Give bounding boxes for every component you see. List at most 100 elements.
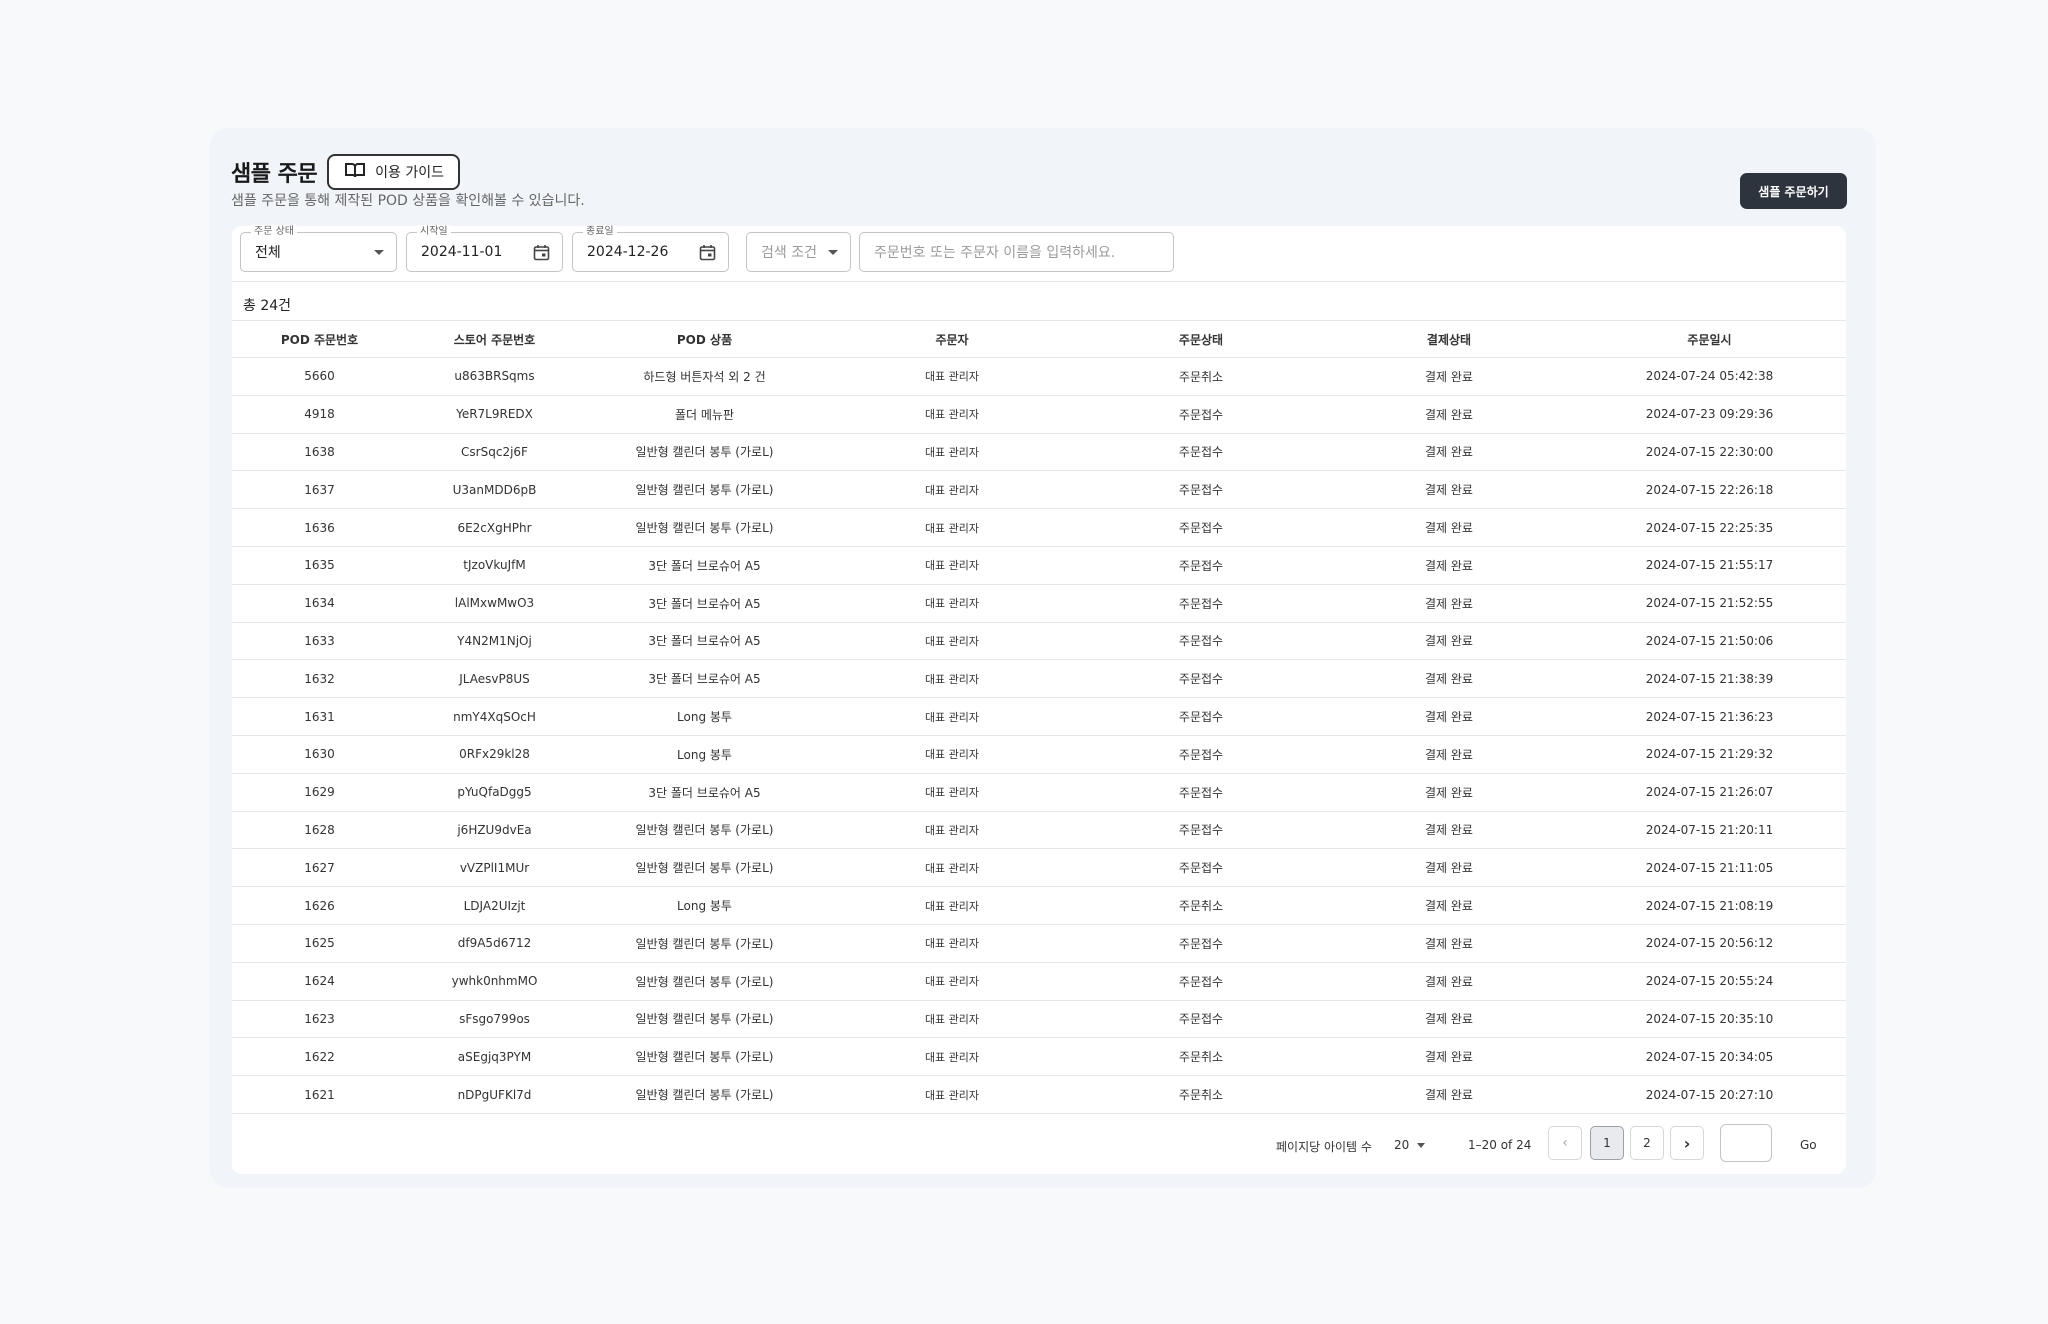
column-header[interactable]: 주문상태 [1077,320,1325,358]
sample-order-button[interactable]: 샘플 주문하기 [1740,173,1847,209]
table-row[interactable]: 1637 U3anMDD6pB 일반형 캘린더 봉투 (가로L) 대표 관리자 주문접수… [232,470,1846,510]
table-cell: 결제 완료 [1325,546,1573,585]
table-cell: YeR7L9REDX [407,395,582,434]
table-row[interactable]: 1632 JLAesvP8US 3단 폴더 브로슈어 A5 대표 관리자 주문접수 결제 … [232,659,1846,699]
table-row[interactable]: 1636 6E2cXgHPhr 일반형 캘린더 봉투 (가로L) 대표 관리자 주문접수… [232,508,1846,547]
table-cell: 1621 [232,1075,407,1114]
table-row[interactable]: 1635 tJzoVkuJfM 3단 폴더 브로슈어 A5 대표 관리자 주문접수 결제 … [232,546,1846,585]
table-cell: 결제 완료 [1325,886,1573,925]
column-header[interactable]: 주문일시 [1573,320,1846,358]
per-page-select[interactable]: 20 [1394,1138,1426,1152]
search-condition-select[interactable]: 검색 조건 [746,232,851,272]
table-cell: 대표 관리자 [827,811,1077,850]
table-cell: 2024-07-15 21:38:39 [1573,659,1846,699]
table-row[interactable]: 1628 j6HZU9dvEa 일반형 캘린더 봉투 (가로L) 대표 관리자 주문접수… [232,811,1846,850]
table-cell: df9A5d6712 [407,924,582,963]
table-row[interactable]: 5660 u863BRSqms 하드형 버튼자석 외 2 건 대표 관리자 주문취소 결제… [232,357,1846,396]
table-row[interactable]: 1626 LDJA2UIzjt Long 봉투 대표 관리자 주문취소 결제 완료 2024… [232,886,1846,925]
table-row[interactable]: 1629 pYuQfaDgg5 3단 폴더 브로슈어 A5 대표 관리자 주문접수 결제 … [232,773,1846,812]
table-cell: 대표 관리자 [827,886,1077,925]
status-select-label: 주문 상태 [251,225,297,239]
table-row[interactable]: 1624 ywhk0nhmMO 일반형 캘린더 봉투 (가로L) 대표 관리자 주문접수… [232,962,1846,1001]
table-row[interactable]: 1625 df9A5d6712 일반형 캘린더 봉투 (가로L) 대표 관리자 주문접수… [232,924,1846,963]
column-header[interactable]: POD 주문번호 [232,320,407,358]
go-button[interactable]: Go [1800,1138,1817,1152]
column-header[interactable]: 결제상태 [1325,320,1573,358]
table-cell: 4918 [232,395,407,434]
table-row[interactable]: 1623 sFsgo799os 일반형 캘린더 봉투 (가로L) 대표 관리자 주문접수… [232,1000,1846,1039]
table-cell: j6HZU9dvEa [407,811,582,850]
go-to-page-input[interactable] [1720,1124,1772,1162]
calendar-icon[interactable] [533,244,550,261]
table-cell: 대표 관리자 [827,697,1077,736]
column-header[interactable]: 스토어 주문번호 [407,320,582,358]
table-cell: 2024-07-15 22:26:18 [1573,470,1846,510]
table-cell: 폴더 메뉴판 [582,395,827,434]
table-row[interactable]: 1631 nmY4XqSOcH Long 봉투 대표 관리자 주문접수 결제 완료 2024… [232,697,1846,736]
table-cell: 대표 관리자 [827,773,1077,812]
page-range: 1–20 of 24 [1468,1138,1532,1152]
table-cell: 2024-07-15 20:35:10 [1573,1000,1846,1039]
table-cell: 일반형 캘린더 봉투 (가로L) [582,848,827,888]
status-select[interactable]: 주문 상태 전체 [240,225,397,272]
table-cell: 2024-07-15 20:56:12 [1573,924,1846,963]
table-cell: 1634 [232,584,407,623]
usage-guide-button[interactable]: 이용 가이드 [327,154,460,190]
table-cell: 주문접수 [1077,659,1325,699]
table-cell: 3단 폴더 브로슈어 A5 [582,659,827,699]
table-row[interactable]: 1621 nDPgUFKl7d 일반형 캘린더 봉투 (가로L) 대표 관리자 주문취소… [232,1075,1846,1114]
table-cell: 주문접수 [1077,508,1325,547]
filter-bar: 주문 상태 전체 시작일 2024-11-01 종료일 2024-12-26 검… [240,225,1200,272]
table-cell: 일반형 캘린더 봉투 (가로L) [582,924,827,963]
end-date-field[interactable]: 종료일 2024-12-26 [572,225,729,272]
table-row[interactable]: 1630 0RFx29kl28 Long 봉투 대표 관리자 주문접수 결제 완료 2024… [232,735,1846,774]
per-page-label: 페이지당 아이템 수 [1276,1140,1372,1154]
table-cell: 대표 관리자 [827,470,1077,510]
book-icon [345,162,366,182]
table-cell: Y4N2M1NjOj [407,622,582,661]
page-subtitle: 샘플 주문을 통해 제작된 POD 상품을 확인해볼 수 있습니다. [231,193,585,209]
table-cell: pYuQfaDgg5 [407,773,582,812]
table-cell: lAlMxwMwO3 [407,584,582,623]
table-cell: 대표 관리자 [827,848,1077,888]
table-row[interactable]: 1627 vVZPlI1MUr 일반형 캘린더 봉투 (가로L) 대표 관리자 주문접수… [232,848,1846,888]
table-cell: 대표 관리자 [827,433,1077,472]
table-cell: 1636 [232,508,407,547]
next-page-button[interactable]: › [1670,1126,1704,1160]
table-cell: 3단 폴더 브로슈어 A5 [582,622,827,661]
table-cell: 일반형 캘린더 봉투 (가로L) [582,433,827,472]
chevron-right-icon: › [1683,1133,1691,1153]
table-cell: 결제 완료 [1325,622,1573,661]
column-header[interactable]: 주문자 [827,320,1077,358]
table-cell: sFsgo799os [407,1000,582,1039]
table-row[interactable]: 1622 aSEgjq3PYM 일반형 캘린더 봉투 (가로L) 대표 관리자 주문취소… [232,1037,1846,1077]
table-cell: nDPgUFKl7d [407,1075,582,1114]
search-condition-value: 검색 조건 [761,245,817,261]
calendar-icon[interactable] [699,244,716,261]
table-cell: 2024-07-15 21:50:06 [1573,622,1846,661]
status-select-value: 전체 [255,245,281,261]
table-cell: 주문취소 [1077,886,1325,925]
page-button-2[interactable]: 2 [1630,1126,1664,1160]
orders-card: 주문 상태 전체 시작일 2024-11-01 종료일 2024-12-26 검… [232,225,1846,1174]
table-row[interactable]: 1634 lAlMxwMwO3 3단 폴더 브로슈어 A5 대표 관리자 주문접수 결제 … [232,584,1846,623]
search-input[interactable]: 주문번호 또는 주문자 이름을 입력하세요. [859,232,1174,272]
table-cell: nmY4XqSOcH [407,697,582,736]
table-cell: 3단 폴더 브로슈어 A5 [582,773,827,812]
start-date-field[interactable]: 시작일 2024-11-01 [406,225,563,272]
table-row[interactable]: 1638 CsrSqc2j6F 일반형 캘린더 봉투 (가로L) 대표 관리자 주문접수… [232,433,1846,472]
table-cell: 1625 [232,924,407,963]
column-header[interactable]: POD 상품 [582,320,827,358]
prev-page-button[interactable]: ‹ [1548,1126,1582,1160]
table-cell: 결제 완료 [1325,470,1573,510]
table-cell: 대표 관리자 [827,659,1077,699]
table-cell: tJzoVkuJfM [407,546,582,585]
table-cell: 1624 [232,962,407,1001]
table-row[interactable]: 1633 Y4N2M1NjOj 3단 폴더 브로슈어 A5 대표 관리자 주문접수 결제 … [232,622,1846,661]
total-count: 총 24건 [243,298,292,314]
table-cell: 결제 완료 [1325,697,1573,736]
table-row[interactable]: 4918 YeR7L9REDX 폴더 메뉴판 대표 관리자 주문접수 결제 완료 2024-… [232,395,1846,434]
table-cell: ywhk0nhmMO [407,962,582,1001]
table-cell: 결제 완료 [1325,811,1573,850]
page-button-1[interactable]: 1 [1590,1126,1624,1160]
